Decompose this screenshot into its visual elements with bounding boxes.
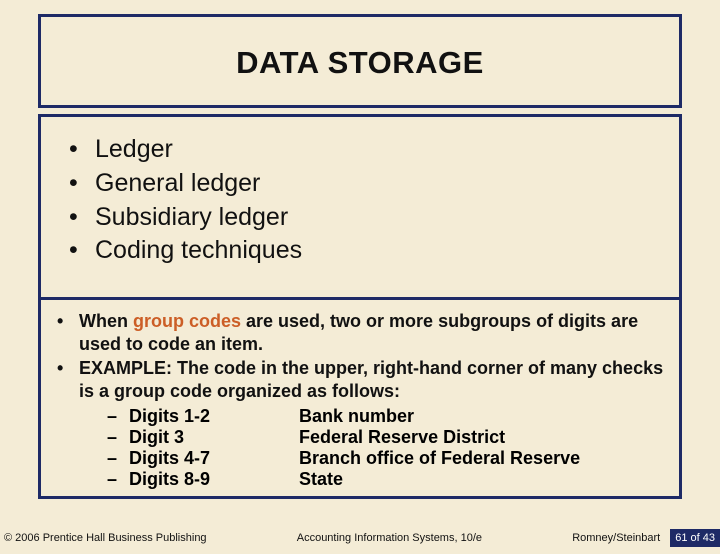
table-row: – Digits 4-7 Branch office of Federal Re…: [107, 448, 665, 469]
dash-icon: –: [107, 448, 129, 469]
row-value: State: [299, 469, 343, 490]
title-frame: DATA STORAGE: [38, 14, 682, 108]
row-value: Bank number: [299, 406, 414, 427]
table-row: – Digit 3 Federal Reserve District: [107, 427, 665, 448]
highlight-text: group codes: [133, 311, 241, 331]
footer-book-title: Accounting Information Systems, 10/e: [207, 532, 573, 544]
dash-icon: –: [107, 406, 129, 427]
bullet-icon: •: [57, 357, 63, 380]
bullet-icon: •: [57, 310, 63, 333]
dash-icon: –: [107, 469, 129, 490]
table-row: – Digits 8-9 State: [107, 469, 665, 490]
main-bullet-list: Ledger General ledger Subsidiary ledger …: [69, 133, 651, 268]
list-item: General ledger: [69, 167, 651, 201]
page-number-badge: 61 of 43: [670, 529, 720, 547]
row-key: Digits 8-9: [129, 469, 299, 490]
detail-list: • When group codes are used, two or more…: [55, 310, 665, 402]
list-item: Subsidiary ledger: [69, 201, 651, 235]
text-prefix: When: [79, 311, 133, 331]
dash-icon: –: [107, 427, 129, 448]
row-value: Branch office of Federal Reserve: [299, 448, 580, 469]
list-item: Coding techniques: [69, 234, 651, 268]
row-key: Digits 1-2: [129, 406, 299, 427]
detail-item-2: • EXAMPLE: The code in the upper, right-…: [55, 357, 665, 402]
detail-item-1: • When group codes are used, two or more…: [55, 310, 665, 355]
detail-frame: • When group codes are used, two or more…: [38, 297, 682, 499]
row-value: Federal Reserve District: [299, 427, 505, 448]
row-key: Digit 3: [129, 427, 299, 448]
code-table: – Digits 1-2 Bank number – Digit 3 Feder…: [107, 406, 665, 490]
footer-authors: Romney/Steinbart: [572, 532, 664, 544]
footer-copyright: © 2006 Prentice Hall Business Publishing: [4, 532, 207, 544]
list-item: Ledger: [69, 133, 651, 167]
footer: © 2006 Prentice Hall Business Publishing…: [0, 529, 720, 547]
table-row: – Digits 1-2 Bank number: [107, 406, 665, 427]
row-key: Digits 4-7: [129, 448, 299, 469]
slide-title: DATA STORAGE: [41, 45, 679, 81]
detail-item-2-text: EXAMPLE: The code in the upper, right-ha…: [79, 358, 663, 401]
